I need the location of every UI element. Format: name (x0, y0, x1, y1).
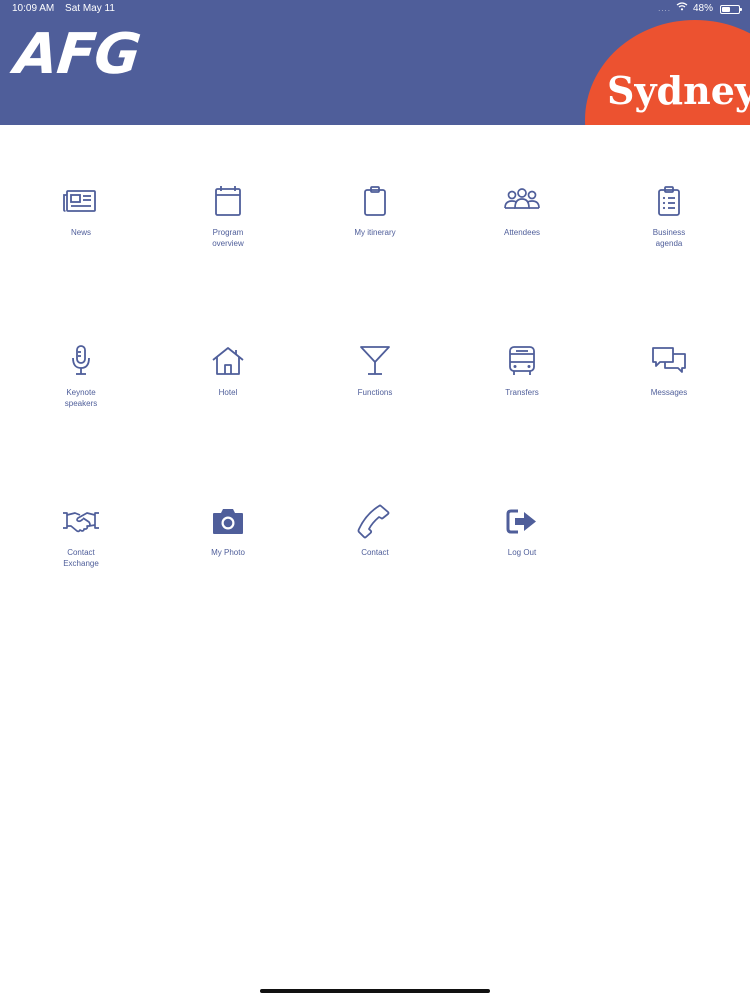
battery-icon (720, 4, 742, 14)
signal-icon: .... (658, 4, 671, 13)
menu-item-my-photo[interactable]: My Photo (168, 503, 288, 603)
menu-item-messages[interactable]: Messages (609, 343, 729, 443)
menu-item-contact-exchange[interactable]: Contact Exchange (21, 503, 141, 603)
chat-icon (649, 343, 689, 383)
menu-label: Attendees (503, 228, 541, 237)
menu-label: Keynote speakers (64, 388, 98, 408)
menu-label: Business agenda (652, 228, 686, 248)
battery-percent: 48% (692, 3, 713, 14)
home-icon (208, 343, 248, 383)
phone-icon (355, 503, 395, 543)
status-time: 10:09 AM (12, 3, 55, 14)
menu-item-program-overview[interactable]: Program overview (168, 183, 288, 283)
menu-item-log-out[interactable]: Log Out (462, 503, 582, 603)
menu-item-news[interactable]: News (21, 183, 141, 283)
logout-icon (502, 503, 542, 543)
calendar-icon (208, 183, 248, 223)
status-date: Sat May 11 (65, 3, 115, 14)
checklist-icon (649, 183, 689, 223)
status-bar: 10:09 AM Sat May 11 .... 48% (0, 0, 750, 18)
menu-label: My Photo (211, 548, 245, 557)
menu-item-my-itinerary[interactable]: My itinerary (315, 183, 435, 283)
app-header: 10:09 AM Sat May 11 .... 48% AFG Sydney (0, 0, 750, 125)
city-name: Sydney (607, 68, 750, 113)
menu-item-hotel[interactable]: Hotel (168, 343, 288, 443)
menu-label: Program overview (212, 228, 244, 248)
menu-label: Contact Exchange (63, 548, 99, 568)
microphone-icon (61, 343, 101, 383)
menu-item-business-agenda[interactable]: Business agenda (609, 183, 729, 283)
bus-icon (502, 343, 542, 383)
newspaper-icon (61, 183, 101, 223)
menu-label: Functions (357, 388, 393, 397)
home-indicator[interactable] (260, 989, 490, 993)
menu-item-functions[interactable]: Functions (315, 343, 435, 443)
menu-item-keynote-speakers[interactable]: Keynote speakers (21, 343, 141, 443)
menu-item-transfers[interactable]: Transfers (462, 343, 582, 443)
menu-label: Transfers (505, 388, 539, 397)
menu-label: Messages (650, 388, 688, 397)
wifi-icon (676, 0, 688, 18)
menu-label: Contact (361, 548, 389, 557)
handshake-icon (61, 503, 101, 543)
afg-logo: AFG (11, 22, 143, 87)
menu-label: News (70, 228, 91, 237)
menu-label: My itinerary (354, 228, 396, 237)
menu-label: Log Out (507, 548, 537, 557)
users-icon (502, 183, 542, 223)
menu-item-attendees[interactable]: Attendees (462, 183, 582, 283)
menu-item-contact[interactable]: Contact (315, 503, 435, 603)
clipboard-icon (355, 183, 395, 223)
camera-icon (208, 503, 248, 543)
cocktail-icon (355, 343, 395, 383)
menu-label: Hotel (218, 388, 238, 397)
